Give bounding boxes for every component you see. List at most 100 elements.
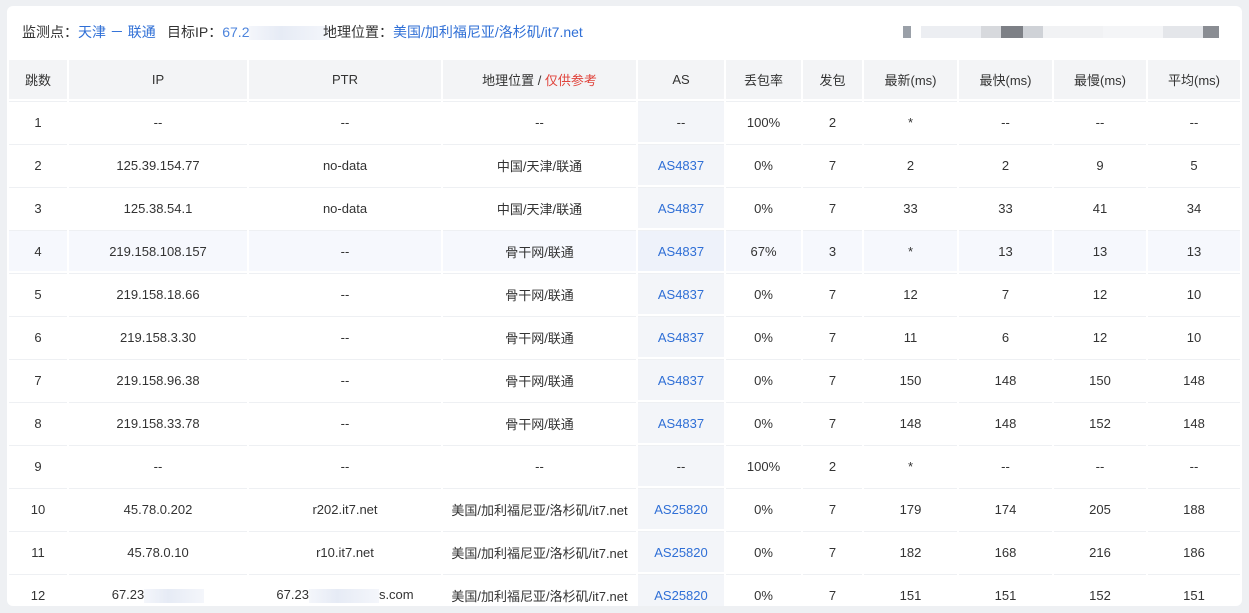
info-bar: 监测点：天津 － 联通 目标IP：67.2 地理位置：美国/加利福尼亚/洛杉矶/… [7,6,1242,58]
cell-ip: 219.158.3.30 [69,316,247,357]
as-link[interactable]: AS4837 [658,373,704,388]
as-link[interactable]: AS4837 [658,416,704,431]
col-loss: 丢包率 [726,60,801,99]
cell-avg: 188 [1148,488,1240,529]
cell-sent: 7 [803,359,862,400]
cell-loss: 0% [726,316,801,357]
cell-avg: -- [1148,445,1240,486]
table-header-row: 跳数 IP PTR 地理位置 / 仅供参考 AS 丢包率 发包 最新(ms) 最… [9,60,1240,99]
cell-hop: 7 [9,359,67,400]
cell-loss: 0% [726,574,801,606]
ip-prefix: 67.23 [111,587,145,603]
cell-best: 13 [959,230,1052,271]
col-as: AS [638,60,724,99]
cell-best: -- [959,101,1052,142]
cell-geo: 骨干网/联通 [443,316,636,357]
as-link[interactable]: AS4837 [658,201,704,216]
cell-hop: 9 [9,445,67,486]
cell-as: AS4837 [638,402,724,443]
cell-hop: 12 [9,574,67,606]
cell-ip: -- [69,445,247,486]
cell-sent: 7 [803,273,862,314]
cell-hop: 5 [9,273,67,314]
col-latest: 最新(ms) [864,60,957,99]
cell-avg: 13 [1148,230,1240,271]
cell-as: -- [638,445,724,486]
cell-worst: 12 [1054,316,1146,357]
cell-worst: -- [1054,101,1146,142]
cell-as: AS4837 [638,316,724,357]
cell-sent: 7 [803,488,862,529]
cell-latest: * [864,101,957,142]
cell-worst: 152 [1054,402,1146,443]
col-hop: 跳数 [9,60,67,99]
cell-as: -- [638,101,724,142]
cell-avg: 5 [1148,144,1240,185]
cell-best: 7 [959,273,1052,314]
target-label: 目标IP： [167,24,223,40]
cell-best: 151 [959,574,1052,606]
cell-as: AS4837 [638,144,724,185]
cell-latest: 2 [864,144,957,185]
as-link[interactable]: AS4837 [658,287,704,302]
cell-avg: 34 [1148,187,1240,228]
cell-worst: 9 [1054,144,1146,185]
redaction-block [1001,26,1023,38]
table-row: 10 45.78.0.202 r202.it7.net 美国/加利福尼亚/洛杉矶/it… [9,488,1240,529]
cell-ip: 67.23 [69,574,247,606]
cell-ptr: -- [249,402,441,443]
cell-ip: 125.39.154.77 [69,144,247,185]
cell-worst: 150 [1054,359,1146,400]
redaction-block [1163,26,1203,38]
as-link[interactable]: AS25820 [654,502,708,517]
redaction-block [1023,26,1043,38]
toolbar-redacted[interactable] [903,24,1219,40]
cell-ptr: -- [249,273,441,314]
cell-loss: 0% [726,359,801,400]
cell-hop: 8 [9,402,67,443]
cell-loss: 0% [726,144,801,185]
as-link[interactable]: AS25820 [654,588,708,603]
as-link[interactable]: AS4837 [658,158,704,173]
as-link[interactable]: AS25820 [654,545,708,560]
cell-latest: 33 [864,187,957,228]
table-row: 2 125.39.154.77 no-data 中国/天津/联通 AS4837 0% 7 2 2… [9,144,1240,185]
cell-ip: 45.78.0.202 [69,488,247,529]
cell-as: AS4837 [638,230,724,271]
as-link[interactable]: AS4837 [658,330,704,345]
cell-ip: -- [69,101,247,142]
table-row: 7 219.158.96.38 -- 骨干网/联通 AS4837 0% 7 150 148 150… [9,359,1240,400]
cell-ip: 219.158.33.78 [69,402,247,443]
col-best: 最快(ms) [959,60,1052,99]
cell-sent: 2 [803,101,862,142]
cell-ptr: -- [249,316,441,357]
cell-as: AS25820 [638,574,724,606]
cell-worst: 12 [1054,273,1146,314]
redaction-block [1103,26,1163,38]
target-ip-redaction [249,26,330,41]
table-row: 11 45.78.0.10 r10.it7.net 美国/加利福尼亚/洛杉矶/it7.… [9,531,1240,572]
cell-best: 2 [959,144,1052,185]
cell-loss: 67% [726,230,801,271]
col-geo: 地理位置 / 仅供参考 [443,60,636,99]
cell-geo: 美国/加利福尼亚/洛杉矶/it7.net [443,488,636,529]
cell-latest: 150 [864,359,957,400]
col-geo-note: 仅供参考 [544,73,597,88]
cell-loss: 0% [726,402,801,443]
cell-best: 33 [959,187,1052,228]
cell-ptr: r10.it7.net [249,531,441,572]
toolbar-icon[interactable] [903,26,911,38]
cell-ptr: -- [249,230,441,271]
geo-location: 地理位置：美国/加利福尼亚/洛杉矶/it7.net [323,23,583,41]
cell-sent: 7 [803,144,862,185]
cell-hop: 2 [9,144,67,185]
cell-loss: 0% [726,531,801,572]
cell-worst: 13 [1054,230,1146,271]
cell-geo: 骨干网/联通 [443,273,636,314]
col-avg: 平均(ms) [1148,60,1240,99]
cell-hop: 3 [9,187,67,228]
table-row: 3 125.38.54.1 no-data 中国/天津/联通 AS4837 0% 7 33 33… [9,187,1240,228]
as-link[interactable]: AS4837 [658,244,704,259]
cell-loss: 0% [726,488,801,529]
cell-best: 148 [959,402,1052,443]
